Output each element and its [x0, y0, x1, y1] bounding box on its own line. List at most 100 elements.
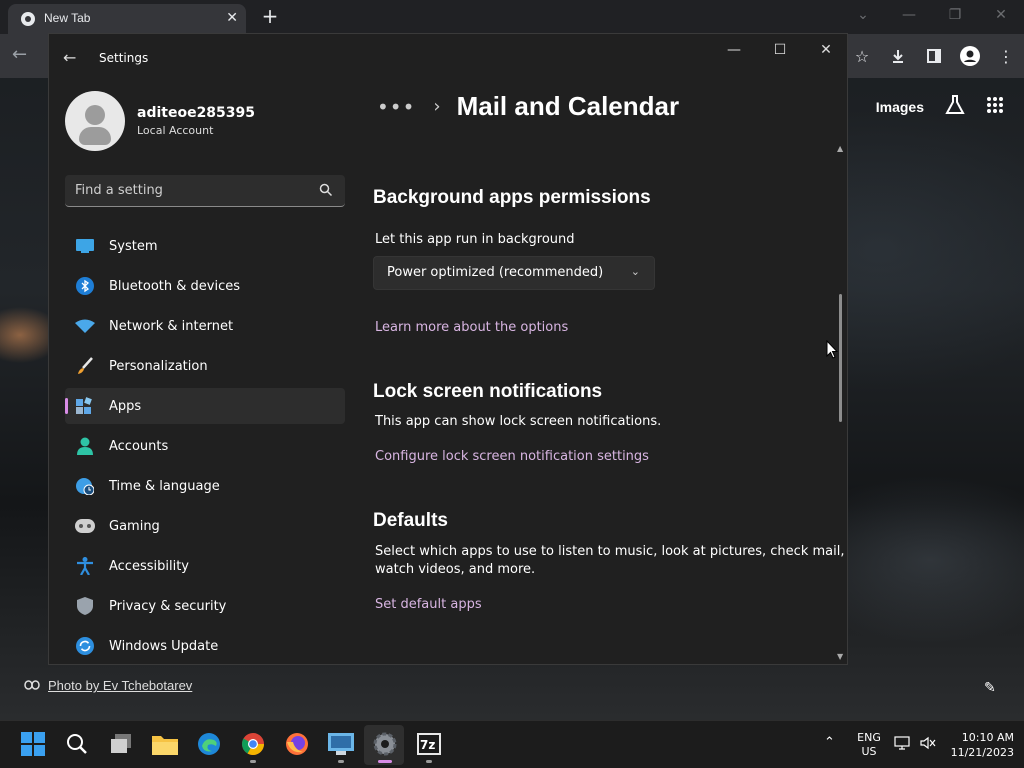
- monitor-icon: [75, 236, 95, 256]
- more-menu-icon[interactable]: ⋮: [996, 44, 1016, 68]
- wifi-icon: [75, 316, 95, 336]
- chevron-right-icon: ›: [433, 96, 441, 117]
- task-view-icon[interactable]: [108, 731, 134, 757]
- dropdown-selected-value: Power optimized (recommended): [387, 265, 604, 280]
- defaults-text-line2: watch videos, and more.: [375, 562, 536, 577]
- mouse-cursor-icon: [826, 340, 838, 359]
- chrome-icon[interactable]: [240, 731, 266, 763]
- accessibility-icon: [75, 556, 95, 576]
- update-icon: [75, 636, 95, 656]
- labs-flask-icon[interactable]: [944, 94, 966, 120]
- apps-icon: [75, 396, 95, 416]
- close-icon[interactable]: ✕: [978, 0, 1024, 30]
- settings-gear-icon[interactable]: [372, 731, 398, 763]
- sidebar-item-accounts[interactable]: Accounts: [65, 428, 345, 464]
- settings-window-title: Settings: [99, 51, 149, 65]
- defaults-heading: Defaults: [373, 510, 448, 531]
- new-tab-button[interactable]: +: [258, 4, 282, 28]
- start-windows-icon[interactable]: [20, 731, 46, 757]
- page-title: Mail and Calendar: [456, 91, 680, 121]
- sidebar-item-privacy-security[interactable]: Privacy & security: [65, 588, 345, 624]
- find-setting-search: [65, 175, 345, 207]
- photo-credit: Photo by Ev Tchebotarev: [24, 678, 192, 693]
- person-icon: [75, 436, 95, 456]
- close-tab-icon[interactable]: ✕: [226, 10, 238, 26]
- chrome-icon: [21, 12, 35, 26]
- language-indicator[interactable]: ENG US: [854, 731, 884, 759]
- search-input[interactable]: [65, 175, 315, 205]
- account-type: Local Account: [137, 124, 214, 137]
- sidebar-item-accessibility[interactable]: Accessibility: [65, 548, 345, 584]
- settings-content: ••• › Mail and Calendar Background apps …: [373, 34, 847, 664]
- link-icon: [24, 678, 40, 693]
- restore-icon[interactable]: ❐: [932, 0, 978, 30]
- browser-back-icon[interactable]: ←: [12, 44, 27, 65]
- gamepad-icon: [75, 516, 95, 536]
- apps-grid-icon[interactable]: [986, 96, 1004, 118]
- network-icon[interactable]: [894, 735, 910, 754]
- learn-more-link[interactable]: Learn more about the options: [375, 320, 568, 335]
- images-link[interactable]: Images: [876, 99, 924, 115]
- breadcrumb-ellipsis[interactable]: •••: [377, 95, 415, 119]
- browser-toolbar-actions: ☆ ⋮: [852, 44, 1016, 68]
- background-permissions-heading: Background apps permissions: [373, 187, 651, 208]
- edge-icon[interactable]: [196, 731, 222, 757]
- run-in-background-label: Let this app run in background: [375, 232, 575, 247]
- settings-window: ← Settings — ☐ ✕ aditeoe285395 Local Acc…: [48, 33, 848, 665]
- sidebar-item-system[interactable]: System: [65, 228, 345, 264]
- browser-tab-strip: New Tab ✕ + ⌄ — ❐ ✕: [0, 0, 1024, 34]
- scroll-up-icon[interactable]: ▲: [837, 144, 843, 153]
- sidebar-item-apps[interactable]: Apps: [65, 388, 345, 424]
- user-profile[interactable]: aditeoe285395 Local Account: [65, 91, 255, 151]
- clock-date: 11/21/2023: [950, 746, 1014, 759]
- sidebar-item-network[interactable]: Network & internet: [65, 308, 345, 344]
- background-mode-dropdown[interactable]: Power optimized (recommended) ⌄: [373, 256, 655, 290]
- pencil-icon[interactable]: ✎: [984, 680, 996, 696]
- search-icon[interactable]: [64, 731, 90, 757]
- set-default-apps-link[interactable]: Set default apps: [375, 597, 482, 612]
- tab-search-icon[interactable]: ⌄: [840, 0, 886, 30]
- brush-icon: [75, 356, 95, 376]
- profile-icon[interactable]: [960, 44, 980, 68]
- side-panel-icon[interactable]: [924, 44, 944, 68]
- download-icon[interactable]: [888, 44, 908, 68]
- file-explorer-icon[interactable]: [152, 731, 178, 757]
- sidebar-item-bluetooth[interactable]: Bluetooth & devices: [65, 268, 345, 304]
- minimize-icon[interactable]: —: [886, 0, 932, 30]
- browser-window-controls: ⌄ — ❐ ✕: [840, 0, 1024, 30]
- clock[interactable]: 10:10 AM 11/21/2023: [946, 730, 1014, 760]
- remote-desktop-icon[interactable]: [328, 731, 354, 763]
- globe-clock-icon: [75, 476, 95, 496]
- user-name: aditeoe285395: [137, 105, 256, 121]
- sidebar-item-windows-update[interactable]: Windows Update: [65, 628, 345, 664]
- taskbar: 7z ⌃ ENG US 10:10 AM 11/21/2023: [0, 720, 1024, 768]
- 7zip-icon[interactable]: 7z: [416, 731, 442, 763]
- scroll-down-icon[interactable]: ▼: [837, 652, 843, 661]
- browser-tab[interactable]: New Tab ✕: [8, 4, 246, 34]
- sidebar-item-personalization[interactable]: Personalization: [65, 348, 345, 384]
- sidebar-item-gaming[interactable]: Gaming: [65, 508, 345, 544]
- bluetooth-icon: [75, 276, 95, 296]
- scrollbar-thumb[interactable]: [839, 294, 842, 422]
- svg-text:7z: 7z: [420, 738, 435, 752]
- firefox-icon[interactable]: [284, 731, 310, 757]
- lock-screen-settings-link[interactable]: Configure lock screen notification setti…: [375, 449, 649, 464]
- lock-screen-text: This app can show lock screen notificati…: [375, 414, 662, 429]
- settings-nav: System Bluetooth & devices Network & int…: [65, 228, 345, 664]
- breadcrumb: ••• › Mail and Calendar: [377, 91, 679, 122]
- browser-tab-title: New Tab: [44, 11, 91, 25]
- tray-icons: [894, 735, 936, 754]
- photo-credit-link[interactable]: Photo by Ev Tchebotarev: [48, 678, 192, 693]
- defaults-text-line1: Select which apps to use to listen to mu…: [375, 544, 845, 559]
- clock-time: 10:10 AM: [961, 731, 1014, 744]
- search-icon: [319, 183, 333, 197]
- sidebar-item-time-language[interactable]: Time & language: [65, 468, 345, 504]
- chevron-up-icon[interactable]: ⌃: [824, 735, 835, 750]
- avatar: [65, 91, 125, 151]
- lock-screen-heading: Lock screen notifications: [373, 381, 603, 402]
- content-scrollbar[interactable]: ▲ ▼: [837, 144, 845, 664]
- shield-icon: [75, 596, 95, 616]
- volume-muted-icon[interactable]: [920, 735, 936, 754]
- bookmark-star-icon[interactable]: ☆: [852, 44, 872, 68]
- settings-back-icon[interactable]: ←: [63, 48, 76, 67]
